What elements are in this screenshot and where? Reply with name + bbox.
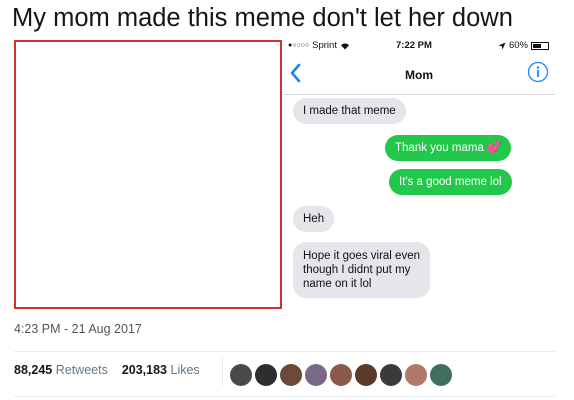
likes-stat[interactable]: 203,183 Likes <box>122 363 200 377</box>
avatar-9[interactable] <box>430 364 452 386</box>
status-right: 60% <box>498 40 549 51</box>
status-bar: ●○○○○ Sprint 7:22 PM 60% <box>283 36 555 56</box>
avatar-4[interactable] <box>305 364 327 386</box>
avatar-6[interactable] <box>355 364 377 386</box>
avatar-5[interactable] <box>330 364 352 386</box>
retweets-stat[interactable]: 88,245 Retweets <box>14 363 108 377</box>
avatar-7[interactable] <box>380 364 402 386</box>
status-time: 7:22 PM <box>396 40 432 51</box>
message-incoming: Heh <box>293 206 335 232</box>
avatar-2[interactable] <box>255 364 277 386</box>
phone-screenshot: ●○○○○ Sprint 7:22 PM 60% Mom I made that… <box>283 36 555 312</box>
avatar-3[interactable] <box>280 364 302 386</box>
message-outgoing: It's a good meme lol <box>389 169 512 195</box>
conversation-header: Mom <box>283 56 555 95</box>
tweet-stats: 88,245 Retweets 203,183 Likes <box>14 363 200 377</box>
battery-level <box>533 43 541 48</box>
contact-name: Mom <box>405 68 433 82</box>
message-incoming-multiline: Hope it goes viral even though I didnt p… <box>293 242 430 298</box>
avatar-1[interactable] <box>230 364 252 386</box>
message-line: Hope it goes viral even <box>303 250 420 262</box>
likes-count: 203,183 <box>121 363 168 377</box>
tweet-timestamp[interactable]: 4:23 PM - 21 Aug 2017 <box>14 322 142 336</box>
likes-label: Likes <box>170 363 200 377</box>
message-incoming: I made that meme <box>293 98 406 124</box>
message-outgoing: Thank you mama 💕 <box>385 135 512 161</box>
avatar-8[interactable] <box>405 364 427 386</box>
stats-separator <box>222 356 223 386</box>
retweets-label: Retweets <box>55 363 108 377</box>
headline: My mom made this meme don't let her down <box>12 4 513 32</box>
signal-strength: ●○○○○ <box>288 42 310 49</box>
wifi-icon <box>340 42 349 49</box>
battery-icon <box>531 41 549 50</box>
divider <box>14 351 555 352</box>
carrier-name: Sprint <box>312 40 337 51</box>
message-line: name on it lol <box>303 278 372 290</box>
status-left: ●○○○○ Sprint <box>288 40 350 51</box>
message-line: though I didnt put my <box>303 264 411 276</box>
battery-percent: 60% <box>508 40 528 51</box>
info-icon[interactable] <box>527 61 549 83</box>
liker-avatars <box>230 364 452 386</box>
retweets-count: 88,245 <box>14 363 53 377</box>
divider <box>14 396 555 397</box>
location-arrow-icon <box>498 42 506 49</box>
red-frame <box>14 40 282 309</box>
